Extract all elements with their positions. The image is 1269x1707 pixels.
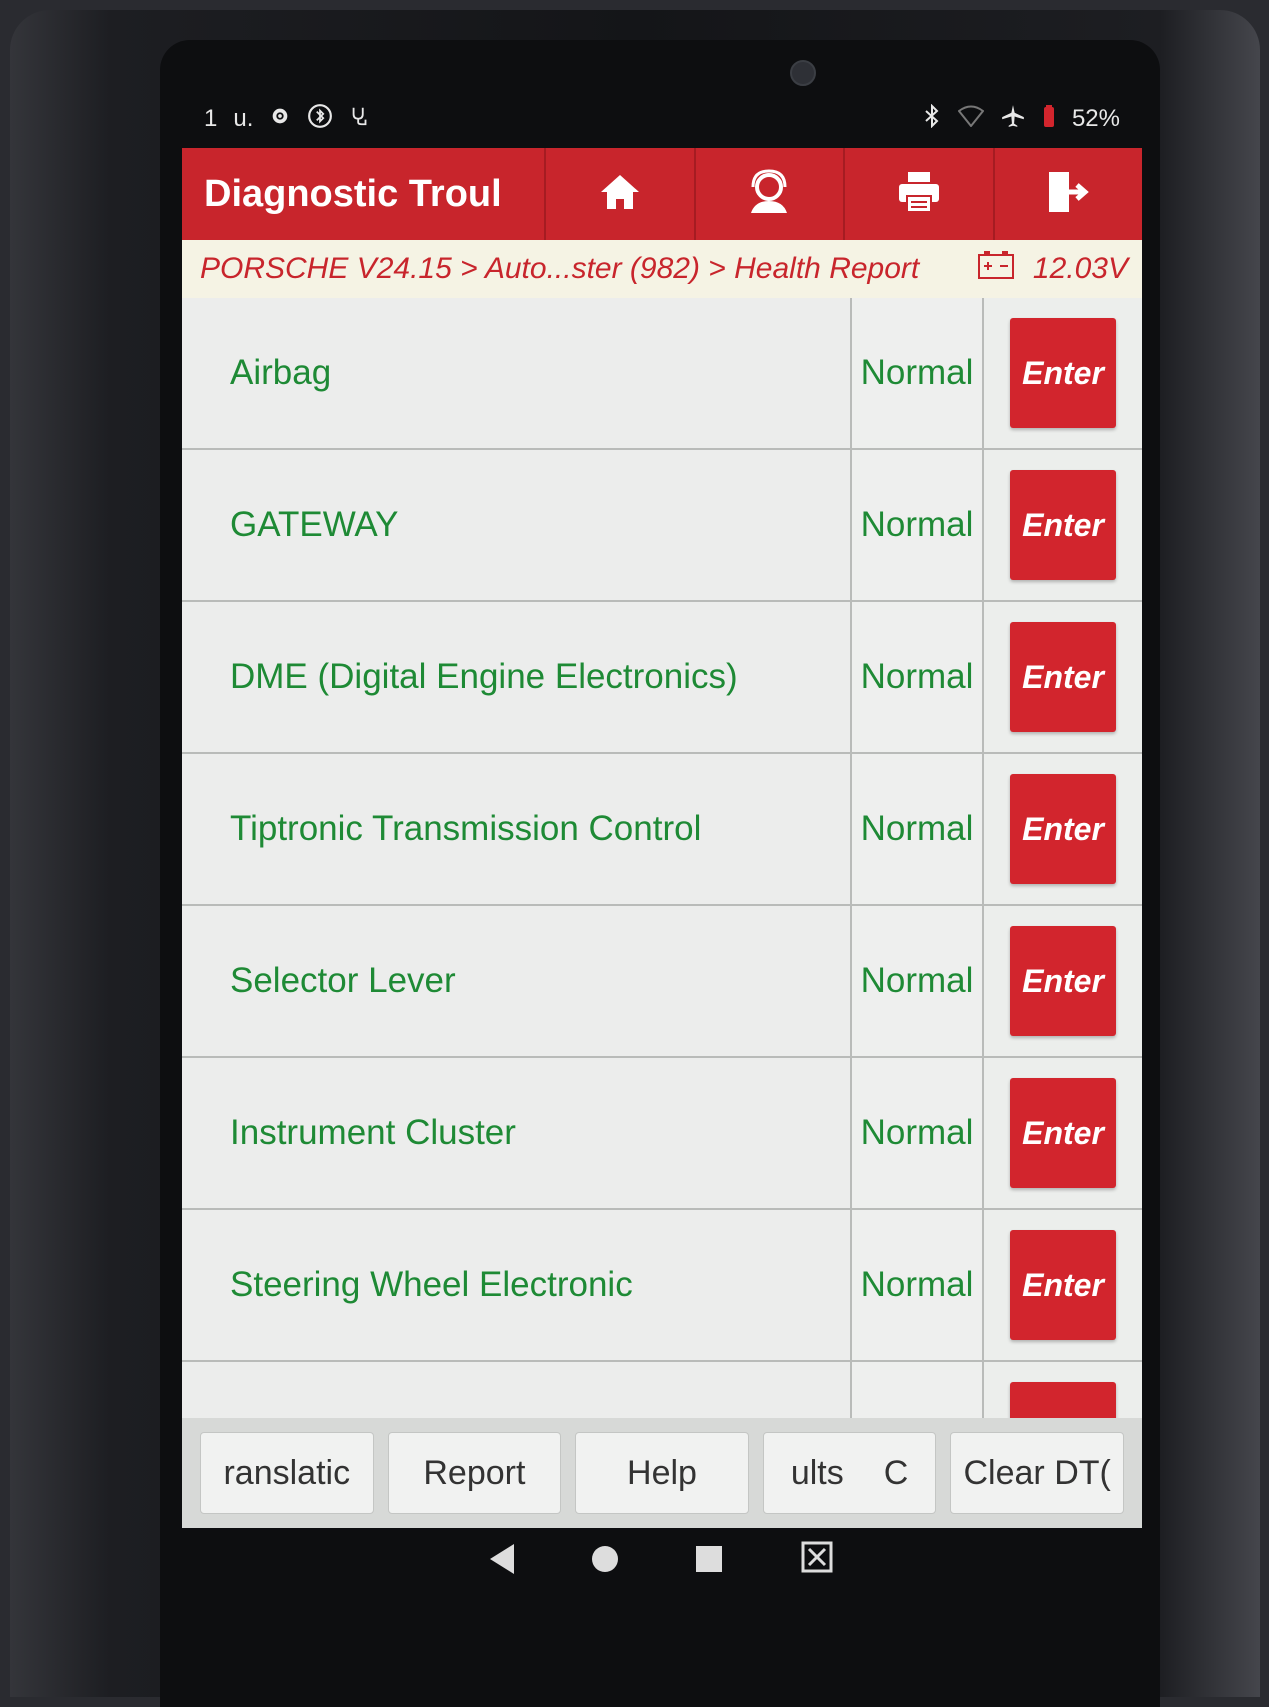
module-status: Normal [852, 450, 984, 600]
breadcrumb: PORSCHE V24.15 > Auto...ster (982) > Hea… [182, 240, 1142, 298]
bluetooth-scan-icon [307, 103, 333, 136]
home-icon [598, 172, 642, 217]
enter-button[interactable]: Enter [1010, 470, 1116, 580]
screenshot-icon[interactable] [800, 1540, 834, 1579]
support-agent-icon [745, 168, 793, 220]
android-nav-bar [182, 1528, 1142, 1590]
module-status: Normal [852, 754, 984, 904]
clear-dtc-button[interactable]: Clear DT( [950, 1432, 1124, 1514]
table-row: GATEWAY Normal Enter [182, 450, 1142, 602]
report-button[interactable]: Report [387, 1432, 562, 1514]
module-name: GATEWAY [182, 450, 852, 600]
support-button[interactable] [693, 148, 844, 240]
enter-button[interactable]: Enter [1010, 774, 1116, 884]
translation-button[interactable]: ranslatic [200, 1432, 374, 1514]
recent-apps-icon[interactable] [696, 1546, 722, 1572]
status-right: 52% [922, 103, 1120, 136]
module-name: Instrument Cluster [182, 1058, 852, 1208]
table-row: Steering Wheel Electronic Normal Enter [182, 1210, 1142, 1362]
app-title: Diagnostic Troul [204, 172, 502, 215]
wifi-icon [957, 105, 985, 134]
camera-icon [790, 60, 816, 86]
enter-button[interactable]: Enter [1010, 622, 1116, 732]
breadcrumb-path: PORSCHE V24.15 > Auto...ster (982) > Hea… [200, 252, 920, 285]
gear-icon [269, 105, 291, 134]
exit-icon [1045, 170, 1091, 219]
table-row: Selector Lever Normal Enter [182, 906, 1142, 1058]
module-name: Selector Lever [182, 906, 852, 1056]
breadcrumb-right: 12.03V [977, 250, 1128, 288]
battery-voltage-icon [977, 250, 1015, 288]
module-status: Normal [852, 1210, 984, 1360]
carrier-label: u. [233, 105, 254, 132]
home-button[interactable] [544, 148, 694, 240]
bottom-toolbar: ranslatic Report Help ults C Clear DT( [182, 1418, 1142, 1528]
help-button[interactable]: Help [575, 1432, 749, 1514]
results-suffix: C [883, 1453, 909, 1492]
app-toolbar: Diagnostic Troul [182, 148, 1142, 240]
results-button[interactable]: ults C [762, 1432, 937, 1514]
battery-percent: 52% [1071, 105, 1120, 132]
enter-button[interactable]: Enter [1010, 1078, 1116, 1188]
action-cell: Enter [984, 1210, 1142, 1360]
enter-button[interactable]: Enter [1010, 926, 1116, 1036]
action-cell: Enter [984, 602, 1142, 752]
table-row: Tiptronic Transmission Control Normal En… [182, 754, 1142, 906]
module-list: Airbag Normal Enter GATEWAY Normal Enter… [182, 298, 1142, 1514]
exit-button[interactable] [992, 148, 1143, 240]
airplane-icon [1000, 103, 1026, 136]
enter-button[interactable]: Enter [1010, 1230, 1116, 1340]
status-time: 1 [204, 105, 218, 132]
back-icon[interactable] [490, 1544, 514, 1574]
status-left: 1 u. [204, 103, 371, 136]
results-label: ults [790, 1453, 844, 1492]
action-cell: Enter [984, 906, 1142, 1056]
screen: 1 u. 52% Diagnostic Troul PORSCHE V24.15… [182, 90, 1142, 1590]
action-cell: Enter [984, 1058, 1142, 1208]
bluetooth-icon [922, 103, 942, 135]
action-cell: Enter [984, 298, 1142, 448]
module-status: Normal [852, 602, 984, 752]
module-name: Airbag [182, 298, 852, 448]
module-name: Steering Wheel Electronic [182, 1210, 852, 1360]
module-name: Tiptronic Transmission Control [182, 754, 852, 904]
module-name: DME (Digital Engine Electronics) [182, 602, 852, 752]
tablet-device: 1 u. 52% Diagnostic Troul PORSCHE V24.15… [10, 10, 1260, 1707]
table-row: Instrument Cluster Normal Enter [182, 1058, 1142, 1210]
battery-icon [1042, 104, 1056, 135]
status-bar: 1 u. 52% [182, 90, 1142, 148]
module-status: Normal [852, 906, 984, 1056]
table-row: DME (Digital Engine Electronics) Normal … [182, 602, 1142, 754]
stethoscope-icon [349, 105, 371, 134]
printer-icon [896, 170, 942, 219]
module-status: Normal [852, 1058, 984, 1208]
action-cell: Enter [984, 754, 1142, 904]
enter-button[interactable]: Enter [1010, 318, 1116, 428]
action-cell: Enter [984, 450, 1142, 600]
module-status: Normal [852, 298, 984, 448]
home-circle-icon[interactable] [592, 1546, 618, 1572]
voltage-value: 12.03V [1032, 252, 1128, 285]
print-button[interactable] [843, 148, 993, 240]
table-row: Airbag Normal Enter [182, 298, 1142, 450]
